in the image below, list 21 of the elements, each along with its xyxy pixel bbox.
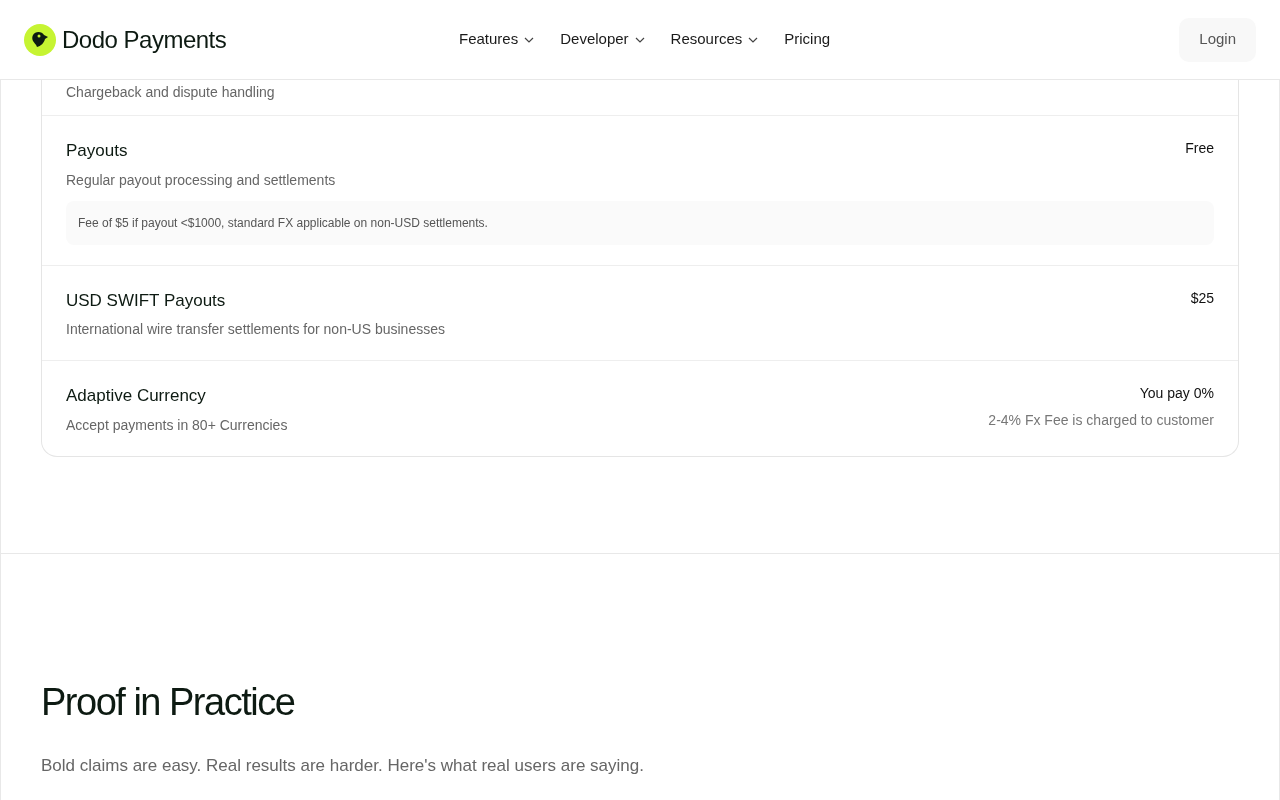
brand-name: Dodo Payments — [62, 24, 227, 55]
fee-description: Regular payout processing and settlements — [66, 170, 336, 190]
nav-link[interactable]: Resources — [670, 28, 759, 51]
section-subtitle: Bold claims are easy. Real results are harder. Here's what real users are saying. — [41, 754, 645, 777]
fee-title: Payouts — [66, 140, 129, 162]
nav-link[interactable]: Developer — [560, 28, 645, 51]
fee-description: Accept payments in 80+ Currencies — [66, 415, 288, 435]
fee-price-note: 2-4% Fx Fee is charged to customer — [988, 411, 1214, 430]
nav-link[interactable]: Features — [459, 28, 535, 51]
section-heading: Proof in Practice — [41, 679, 296, 725]
fee-note: Fee of $5 if payout <$1000, standard FX applicable on non-USD settlements. — [66, 200, 1214, 245]
fee-price: $25 — [1190, 288, 1214, 308]
login-button[interactable]: Login — [1179, 17, 1256, 62]
fee-description: Chargeback and dispute handling — [66, 83, 275, 102]
bird-logo-icon[interactable] — [24, 23, 56, 56]
fee-price: You pay 0% — [1139, 384, 1214, 403]
fee-title: Adaptive Currency — [66, 385, 207, 407]
fee-price: Free — [1185, 139, 1214, 158]
fee-description: International wire transfer settlements for non-US businesses — [66, 320, 445, 339]
nav-link[interactable]: Pricing — [784, 28, 831, 51]
fee-title: USD SWIFT Payouts — [66, 289, 227, 312]
